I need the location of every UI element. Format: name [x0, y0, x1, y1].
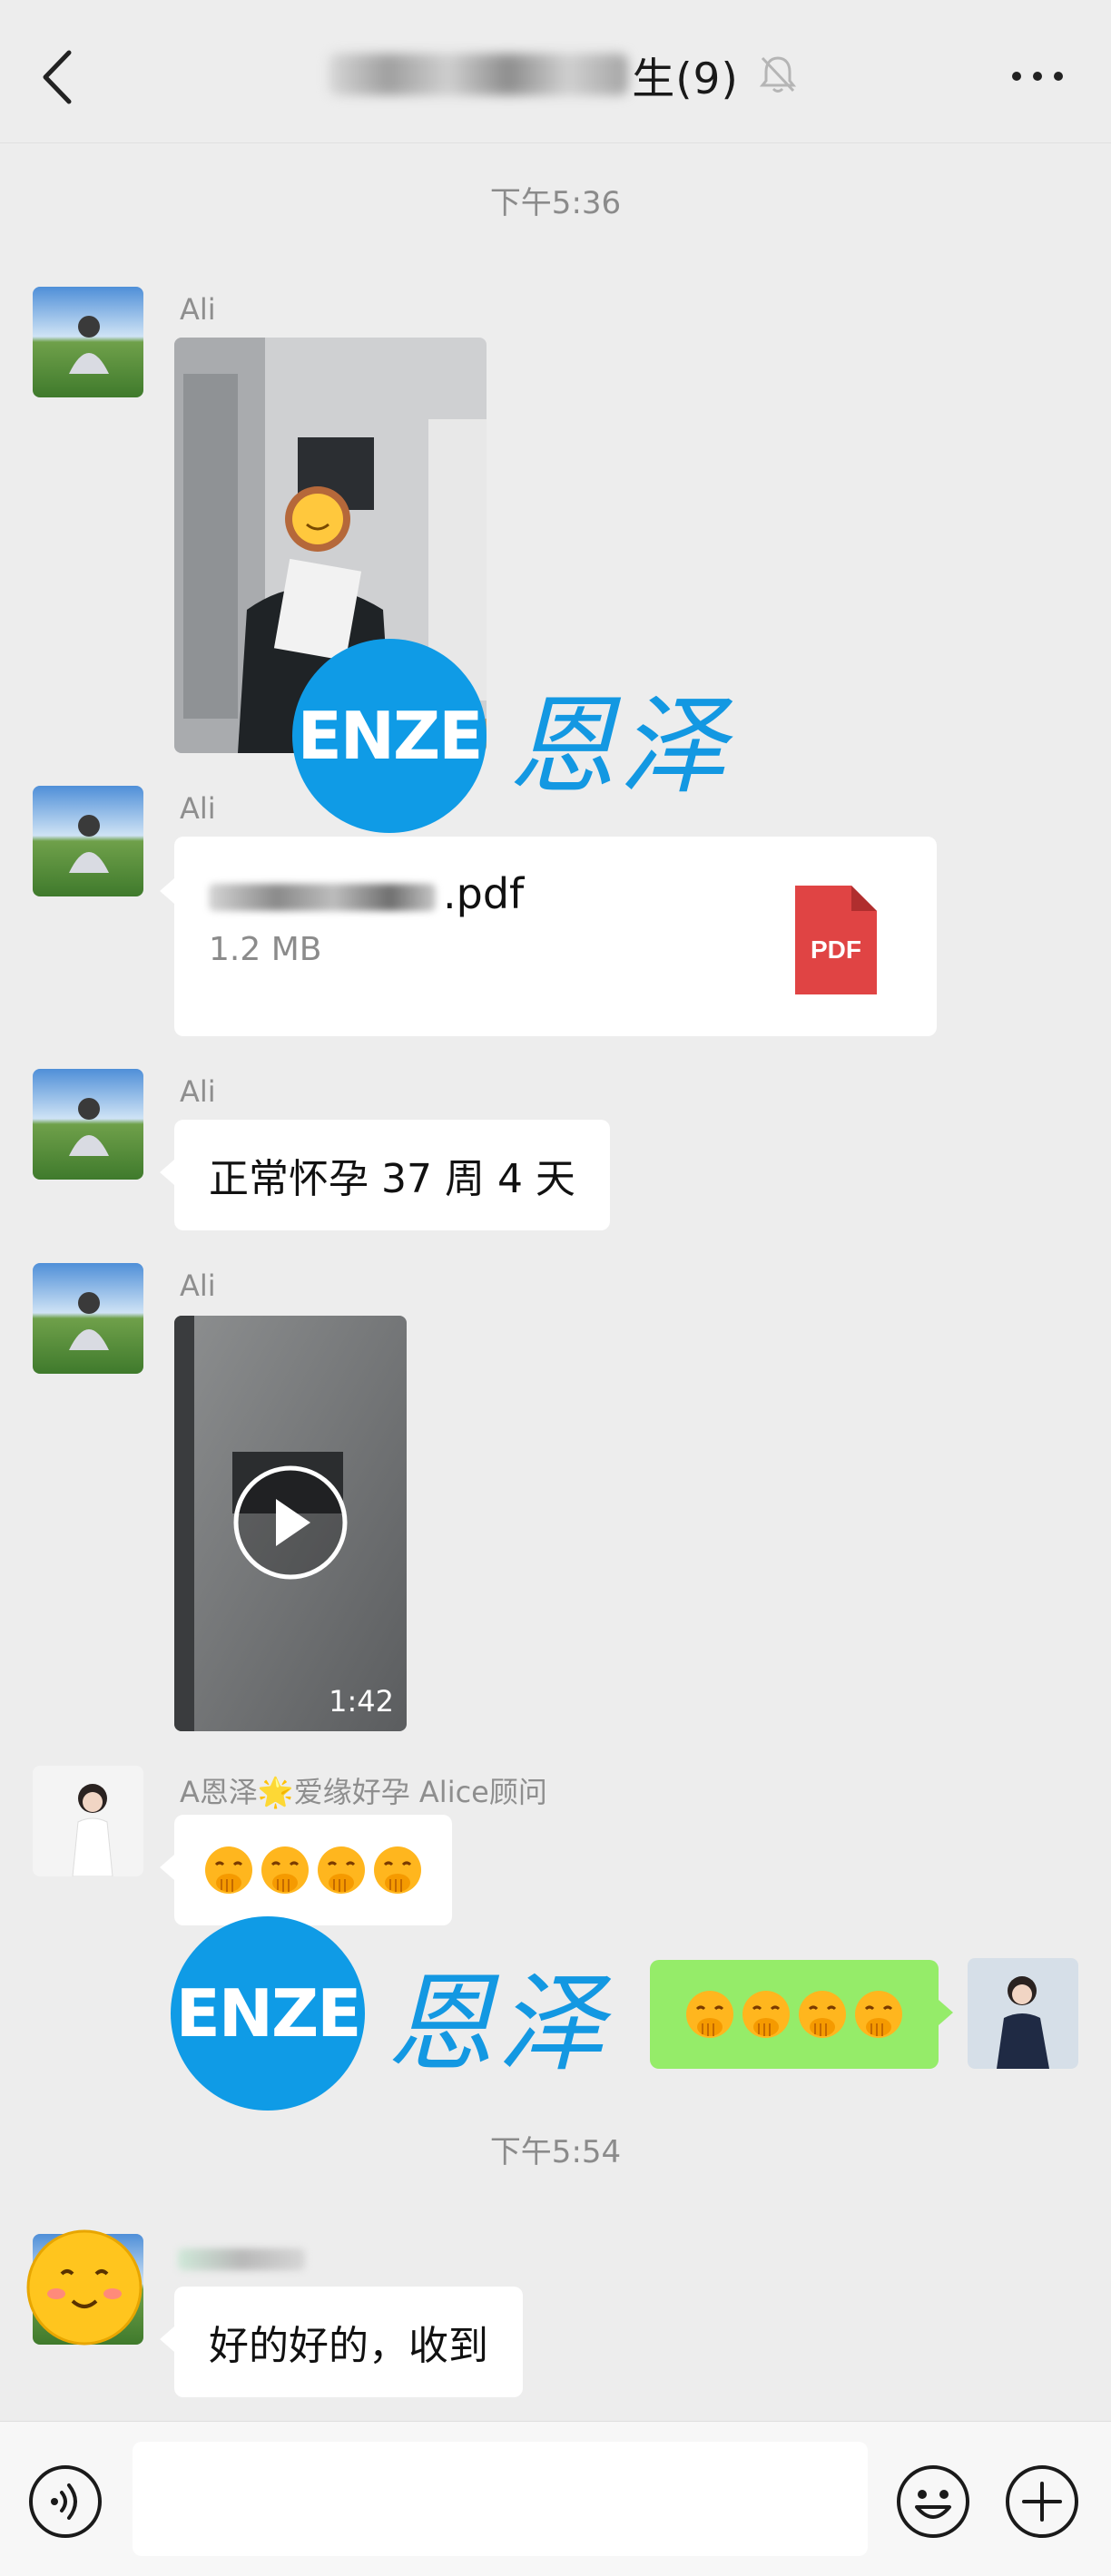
chat-title[interactable]: 生(9)	[272, 42, 853, 107]
video-thumbnail	[174, 1316, 407, 1731]
enze-logo-chinese: 恩泽	[387, 1960, 609, 2086]
emoji-message[interactable]	[160, 1815, 452, 1925]
shushing-face-icon	[374, 1846, 421, 1894]
video-duration: 1:42	[329, 1684, 394, 1719]
chat-header: 生(9)	[0, 0, 1111, 143]
timestamp: 下午5:36	[489, 185, 622, 221]
file-size: 1.2 MB	[209, 931, 322, 968]
plus-icon[interactable]	[1004, 2463, 1080, 2540]
shushing-face-icon	[261, 1846, 309, 1894]
blurred-group-name	[329, 54, 629, 95]
shushing-face-icon	[742, 1991, 790, 2038]
text-message[interactable]: 正常怀孕 37 周 4 天	[160, 1120, 610, 1230]
sender-name: Ali	[180, 1074, 216, 1109]
file-message[interactable]: .pdf 1.2 MB PDF	[160, 837, 937, 1036]
enze-logo-chinese: 恩泽	[508, 682, 731, 808]
my-avatar[interactable]	[968, 1958, 1078, 2069]
sender-name: Ali	[180, 791, 216, 826]
message-text: 正常怀孕 37 周 4 天	[209, 1156, 575, 1202]
sender-name: A恩泽🌟爱缘好孕 Alice顾问	[180, 1775, 547, 1809]
chat-title-text: 生(9)	[632, 54, 739, 104]
text-message[interactable]: 好的好的，收到	[160, 2287, 523, 2397]
shushing-face-icon	[855, 1991, 902, 2038]
blurred-sender-name	[178, 2248, 305, 2270]
chat-screen: 生(9) 下午5:36 Ali Ali .pdf 1.2 MB PDF Ali …	[0, 0, 1111, 2576]
shushing-emoji-row	[202, 1843, 425, 1897]
pdf-file-icon: PDF	[795, 886, 877, 994]
shushing-face-icon	[799, 1991, 846, 2038]
bell-off-icon	[759, 56, 796, 93]
smiley-sticker-icon	[26, 2229, 143, 2346]
sender-name: Ali	[180, 292, 216, 327]
voice-icon[interactable]	[27, 2463, 103, 2540]
svg-text:PDF: PDF	[811, 935, 861, 964]
shushing-face-icon	[205, 1846, 252, 1894]
chevron-left-icon[interactable]	[38, 45, 78, 109]
avatar[interactable]	[33, 786, 143, 896]
avatar[interactable]	[33, 1766, 143, 1876]
avatar[interactable]	[33, 287, 143, 397]
input-bar	[0, 2421, 1111, 2576]
sender-name: Ali	[180, 1268, 216, 1303]
smiley-icon[interactable]	[895, 2463, 971, 2540]
outgoing-emoji-message[interactable]	[650, 1960, 953, 2069]
video-message[interactable]: 1:42	[174, 1316, 407, 1731]
enze-logo: ENZE	[171, 1916, 365, 2111]
image-message[interactable]	[174, 338, 487, 753]
shushing-face-icon	[318, 1846, 365, 1894]
blurred-file-name	[209, 884, 436, 911]
shushing-emoji-row	[683, 1987, 906, 2042]
timestamp: 下午5:54	[489, 2134, 622, 2170]
enze-watermark: ENZE 恩泽	[171, 1916, 608, 2111]
more-dots-icon[interactable]	[1009, 56, 1066, 96]
file-extension: .pdf	[443, 869, 525, 918]
message-input[interactable]	[133, 2442, 868, 2556]
avatar[interactable]	[33, 1263, 143, 1374]
message-text: 好的好的，收到	[209, 2323, 488, 2369]
shushing-face-icon	[686, 1991, 733, 2038]
avatar[interactable]	[33, 1069, 143, 1180]
